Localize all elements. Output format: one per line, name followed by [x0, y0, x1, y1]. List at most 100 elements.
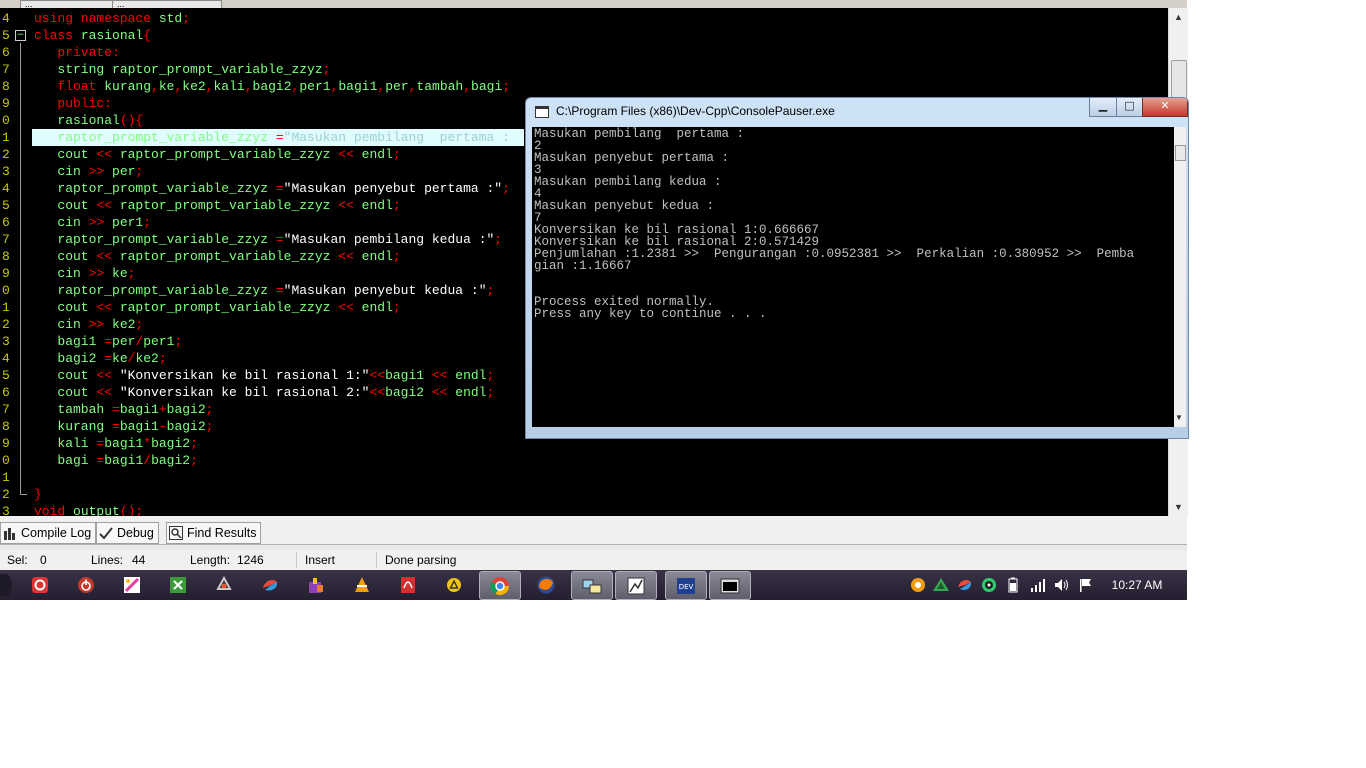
code-line[interactable]: cin >> per; — [34, 163, 143, 180]
taskbar-app-pdf[interactable] — [389, 571, 427, 598]
line-number: 4 — [2, 11, 10, 26]
maximize-button[interactable]: □ — [1116, 98, 1143, 117]
code-line[interactable]: bagi1 =per/per1; — [34, 333, 182, 350]
code-line[interactable]: using namespace std; — [34, 10, 190, 27]
code-token: << — [338, 249, 362, 264]
line-number: 5 — [2, 198, 10, 213]
tab-debug[interactable]: Debug — [96, 522, 159, 544]
taskbar-app-console[interactable] — [709, 571, 751, 600]
console-vertical-scrollbar[interactable]: ▼ — [1174, 127, 1186, 427]
console-output[interactable]: Masukan pembilang pertama :2 Masukan peny… — [532, 127, 1174, 427]
start-button[interactable] — [0, 571, 12, 598]
scroll-up-arrow-icon[interactable]: ▲ — [1169, 12, 1188, 22]
code-line[interactable]: kurang =bagi1-bagi2; — [34, 418, 213, 435]
code-token: endl — [455, 368, 487, 383]
code-line[interactable]: rasional(){ — [34, 112, 143, 129]
taskbar-app-power[interactable] — [67, 571, 105, 598]
tray-drive[interactable] — [931, 570, 951, 600]
code-token: ; — [486, 385, 495, 400]
tray-orange-app[interactable] — [908, 570, 928, 600]
code-token: bagi1 — [104, 436, 144, 451]
taskbar-app-excel[interactable] — [159, 571, 197, 598]
console-line: gian :1.16667 — [534, 259, 632, 273]
taskbar-app-paint[interactable] — [113, 571, 151, 598]
code-line[interactable]: cout << raptor_prompt_variable_zzyz << e… — [34, 146, 400, 163]
taskbar-app-opera[interactable] — [21, 571, 59, 598]
taskbar-app-warning[interactable] — [435, 571, 473, 598]
taskbar-app-setup[interactable] — [297, 571, 335, 598]
console-scroll-down-icon[interactable]: ▼ — [1175, 413, 1183, 422]
tray-action-center[interactable] — [1076, 570, 1096, 600]
check-icon — [99, 526, 113, 540]
line-number: 0 — [2, 283, 10, 298]
line-number: 9 — [2, 96, 10, 111]
tray-volume[interactable] — [1052, 570, 1072, 600]
code-line[interactable]: cout << raptor_prompt_variable_zzyz << e… — [34, 197, 400, 214]
taskbar-app-network[interactable] — [571, 571, 613, 600]
code-token: (){ — [119, 113, 144, 128]
code-token: ke2 — [135, 351, 159, 366]
code-token: << — [96, 368, 120, 383]
code-token: output — [73, 504, 120, 516]
code-line[interactable]: private: — [34, 44, 119, 61]
code-line[interactable]: bagi =bagi1/bagi2; — [34, 452, 198, 469]
code-token: bagi2 — [34, 351, 105, 366]
devcpp-icon: DEV — [677, 577, 695, 594]
code-line[interactable]: cin >> per1; — [34, 214, 151, 231]
taskbar-app-recycle[interactable] — [205, 571, 243, 598]
line-number: 1 — [2, 300, 10, 315]
code-line[interactable]: cout << "Konversikan ke bil rasional 2:"… — [34, 384, 494, 401]
fold-toggle-icon[interactable]: − — [15, 30, 26, 41]
console-scrollbar-thumb[interactable] — [1175, 145, 1186, 161]
code-line[interactable]: kali =bagi1*bagi2; — [34, 435, 198, 452]
code-token: bagi2 — [151, 436, 191, 451]
tray-avatar[interactable] — [979, 570, 999, 600]
taskbar-clock[interactable]: 10:27 AM — [1104, 570, 1170, 600]
code-token: raptor_prompt_variable_zzyz — [119, 300, 339, 315]
code-line[interactable]: float kurang,ke,ke2,kali,bagi2,per1,bagi… — [34, 78, 510, 95]
line-number: 1 — [2, 130, 10, 145]
tray-chrome-like[interactable] — [955, 570, 975, 600]
taskbar-app-firefox[interactable] — [527, 571, 565, 598]
code-line[interactable]: raptor_prompt_variable_zzyz ="Masukan pe… — [34, 282, 494, 299]
code-token: { — [143, 28, 152, 43]
code-line[interactable]: cout << raptor_prompt_variable_zzyz << e… — [34, 248, 400, 265]
console-window[interactable]: C:\Program Files (x86)\Dev-Cpp\ConsolePa… — [525, 97, 1189, 439]
line-number: 6 — [2, 215, 10, 230]
taskbar-app-chrome-like[interactable] — [251, 571, 289, 598]
code-line[interactable]: cin >> ke; — [34, 265, 135, 282]
code-token: bagi1 — [104, 453, 144, 468]
code-line[interactable]: raptor_prompt_variable_zzyz ="Masukan pe… — [34, 231, 502, 248]
scrollbar-thumb[interactable] — [1171, 60, 1187, 102]
taskbar-app-chrome[interactable] — [479, 571, 521, 600]
tray-signal[interactable] — [1028, 570, 1048, 600]
code-line[interactable]: raptor_prompt_variable_zzyz ="Masukan pe… — [34, 180, 510, 197]
taskbar-app-devcpp[interactable]: DEV — [665, 571, 707, 600]
code-token: kurang — [34, 419, 113, 434]
code-line[interactable]: public: — [34, 95, 112, 112]
code-line[interactable]: cout << "Konversikan ke bil rasional 1:"… — [34, 367, 494, 384]
tab-find-results[interactable]: Find Results — [166, 522, 262, 544]
code-line[interactable]: cin >> ke2; — [34, 316, 143, 333]
line-number: 1 — [2, 470, 10, 485]
code-line[interactable]: string raptor_prompt_variable_zzyz; — [34, 61, 330, 78]
code-line[interactable]: class rasional{ — [34, 27, 151, 44]
minimize-button[interactable]: ▁ — [1089, 98, 1117, 117]
taskbar-app-vlc[interactable] — [343, 571, 381, 598]
code-line[interactable]: void output(); — [34, 503, 143, 516]
code-line[interactable]: cout << raptor_prompt_variable_zzyz << e… — [34, 299, 400, 316]
taskbar-app-image-tool[interactable] — [615, 571, 657, 600]
debug-label: Debug — [117, 526, 154, 540]
code-line-current[interactable]: raptor_prompt_variable_zzyz ="Masukan pe… — [32, 129, 524, 146]
code-line[interactable]: bagi2 =ke/ke2; — [34, 350, 166, 367]
tab-compile-log[interactable]: Compile Log — [0, 522, 97, 544]
code-line[interactable]: } — [34, 486, 42, 503]
code-token: , — [244, 79, 253, 94]
code-line[interactable]: tambah =bagi1+bagi2; — [34, 401, 213, 418]
insert-mode: Insert — [305, 553, 336, 567]
code-token: class — [34, 28, 81, 43]
tray-battery[interactable] — [1004, 570, 1022, 600]
close-button[interactable]: ✕ — [1142, 98, 1188, 117]
scroll-down-arrow-icon[interactable]: ▼ — [1169, 502, 1188, 512]
code-token: kurang — [104, 79, 152, 94]
